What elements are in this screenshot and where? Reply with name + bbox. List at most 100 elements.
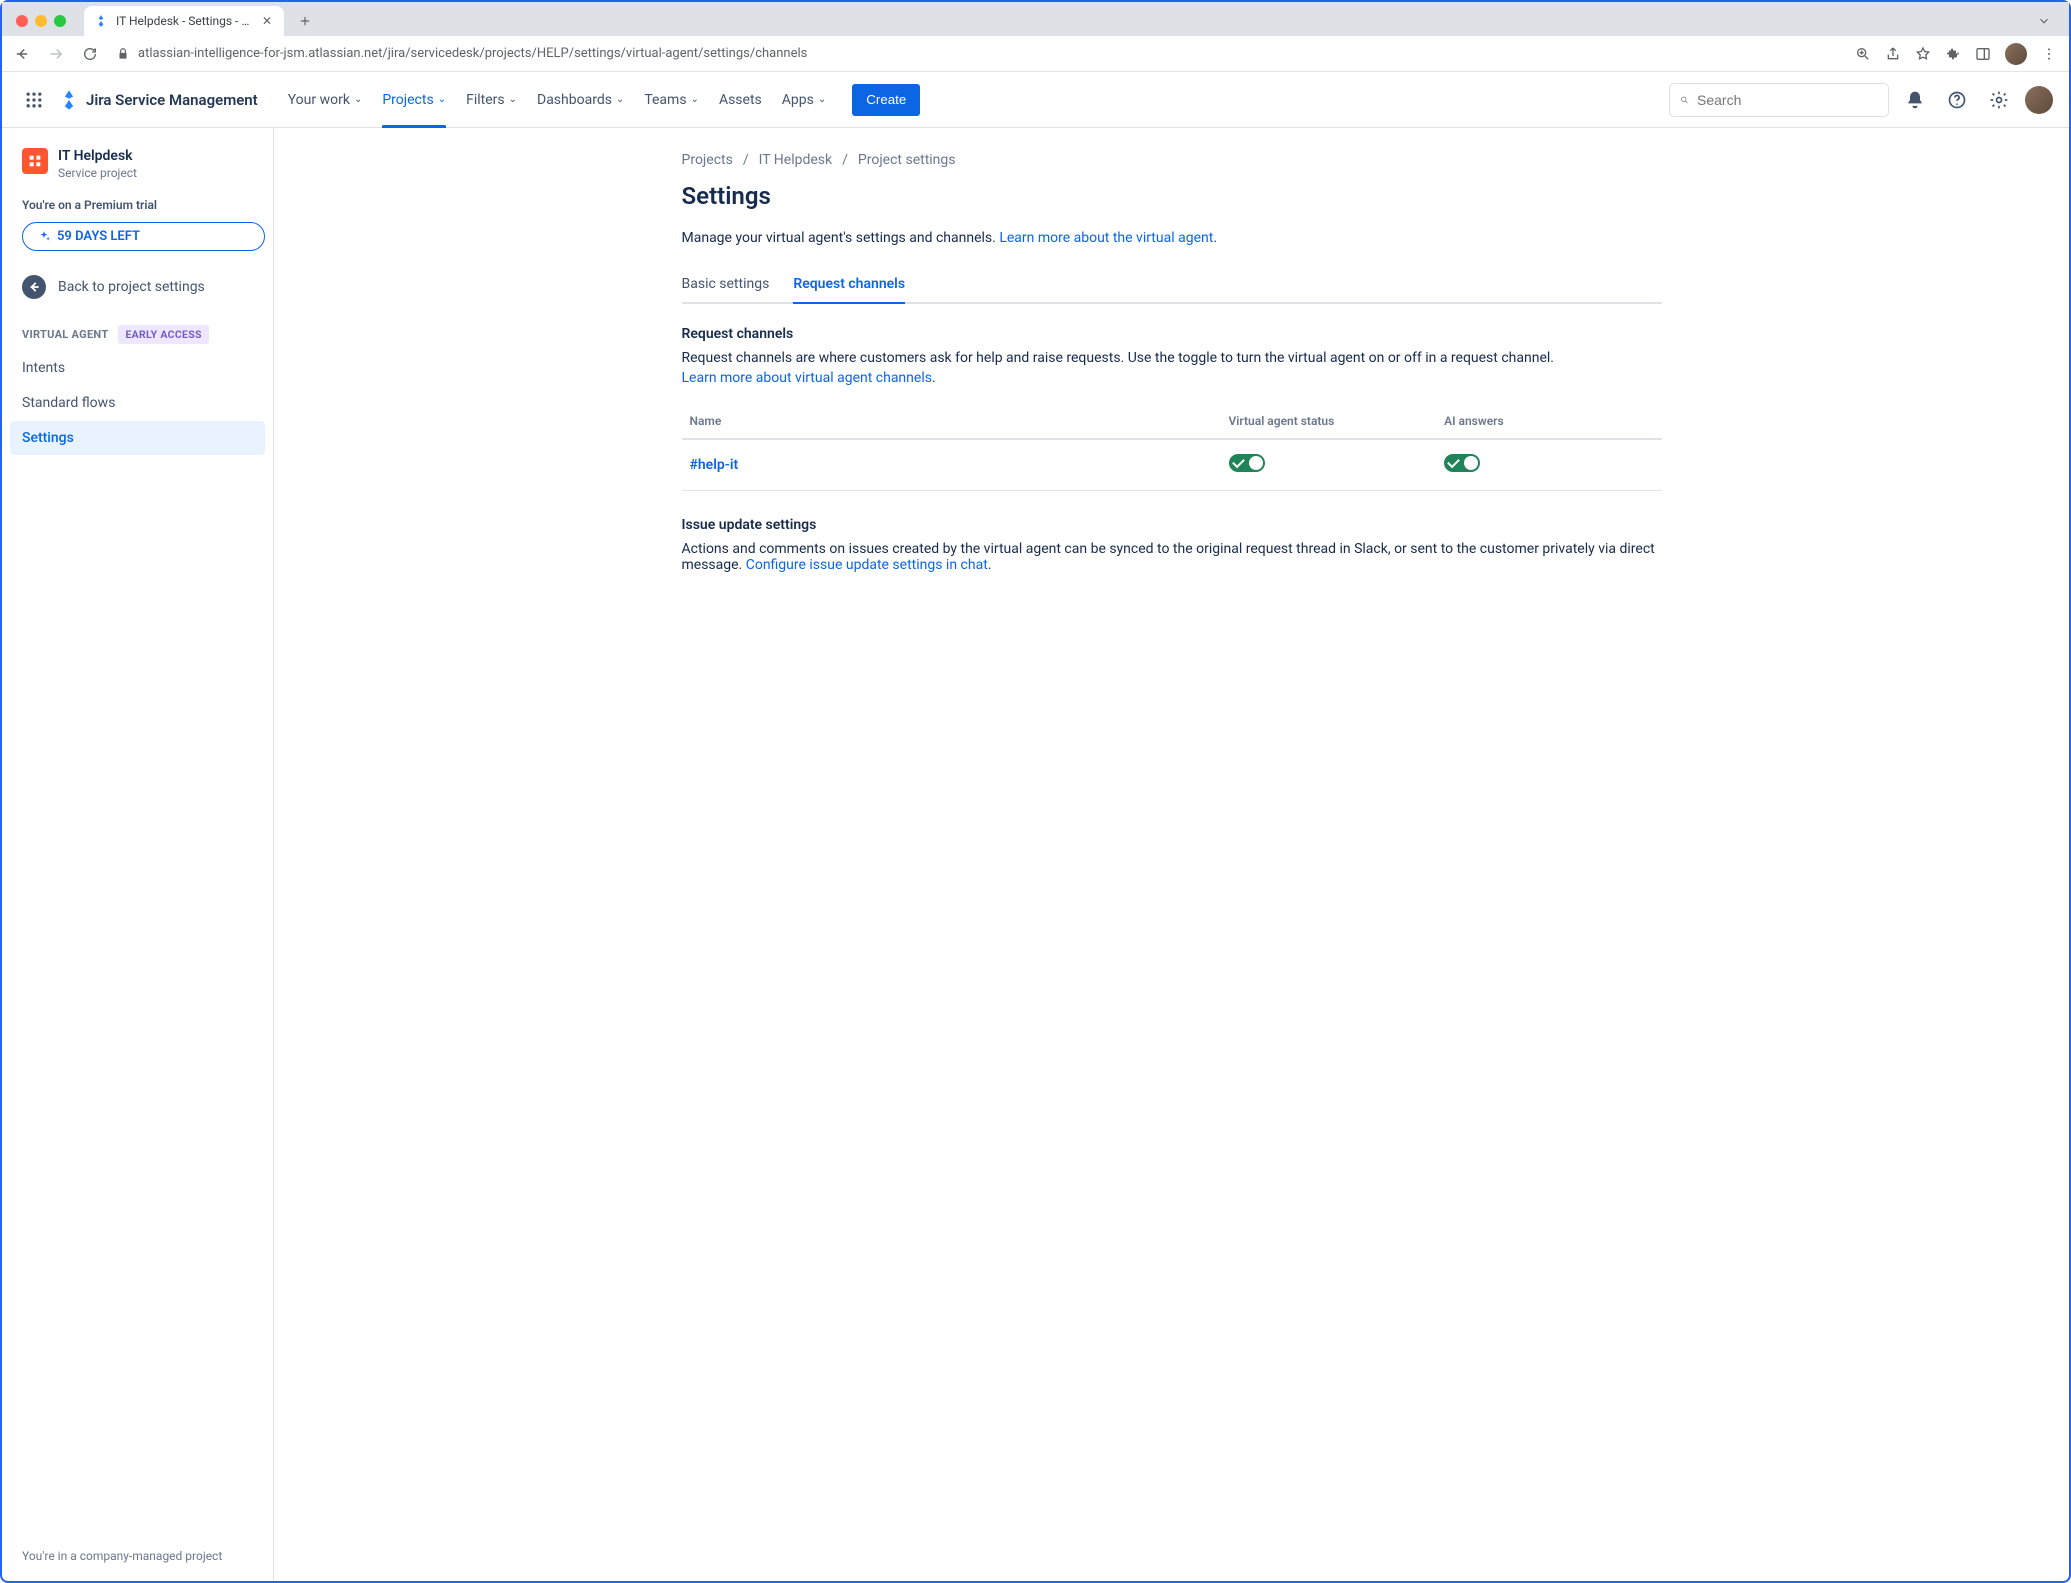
lock-icon <box>116 47 130 61</box>
sidepanel-icon[interactable] <box>1975 46 1991 62</box>
tab-basic-settings[interactable]: Basic settings <box>682 268 770 304</box>
help-icon <box>1947 90 1967 110</box>
table-row: #help-it <box>682 439 1662 491</box>
tab-request-channels[interactable]: Request channels <box>793 268 905 304</box>
nav-item-dashboards[interactable]: Dashboards⌄ <box>529 72 632 128</box>
nav-item-label: Apps <box>782 92 814 108</box>
jira-favicon-icon <box>94 14 108 28</box>
app-switcher-button[interactable] <box>18 84 50 116</box>
nav-item-label: Your work <box>288 92 350 108</box>
bell-icon <box>1905 90 1925 110</box>
breadcrumb: Projects/IT Helpdesk/Project settings <box>682 152 1662 168</box>
nav-item-your-work[interactable]: Your work ⌄ <box>280 72 371 128</box>
arrow-left-icon <box>13 45 31 63</box>
plus-icon <box>298 14 312 28</box>
sidebar-item-standard-flows[interactable]: Standard flows <box>10 386 265 420</box>
text-zoom-icon[interactable] <box>1855 46 1871 62</box>
extensions-icon[interactable] <box>1945 46 1961 62</box>
project-subtitle: Service project <box>58 166 137 180</box>
nav-item-filters[interactable]: Filters⌄ <box>458 72 525 128</box>
kebab-icon[interactable] <box>2041 46 2057 62</box>
nav-item-label: Projects <box>382 92 433 108</box>
nav-item-teams[interactable]: Teams⌄ <box>636 72 707 128</box>
window-zoom-dot[interactable] <box>54 15 66 27</box>
create-button[interactable]: Create <box>852 84 920 116</box>
app-body: IT Helpdesk Service project You're on a … <box>2 128 2069 1581</box>
tab-overflow-button[interactable] <box>2037 14 2061 28</box>
chevron-down-icon: ⌄ <box>438 94 446 105</box>
nav-item-apps[interactable]: Apps ⌄ <box>774 72 834 128</box>
project-sidebar: IT Helpdesk Service project You're on a … <box>2 128 274 1581</box>
window-close-dot[interactable] <box>16 15 28 27</box>
share-icon[interactable] <box>1885 46 1901 62</box>
trial-days-pill[interactable]: 59 DAYS LEFT <box>22 222 265 251</box>
primary-nav-items: Your work⌄Projects⌄Filters⌄Dashboards⌄Te… <box>280 72 835 128</box>
breadcrumb-separator: / <box>842 152 848 168</box>
chevron-down-icon <box>2037 14 2051 28</box>
premium-trial-label: You're on a Premium trial <box>10 190 265 218</box>
user-avatar[interactable] <box>2025 86 2053 114</box>
virtual-agent-status-toggle[interactable] <box>1229 454 1265 472</box>
tab-close-icon[interactable]: ✕ <box>260 14 274 28</box>
address-bar[interactable]: atlassian-intelligence-for-jsm.atlassian… <box>112 46 1845 61</box>
breadcrumb-link[interactable]: IT Helpdesk <box>759 152 832 168</box>
breadcrumb-link[interactable]: Projects <box>682 152 733 168</box>
search-input[interactable] <box>1697 92 1878 108</box>
learn-more-virtual-agent-link[interactable]: Learn more about the virtual agent <box>999 230 1213 246</box>
reload-icon <box>82 46 98 62</box>
help-button[interactable] <box>1941 84 1973 116</box>
app-grid-icon <box>24 90 44 110</box>
settings-tabs: Basic settings Request channels <box>682 266 1662 304</box>
ai-answers-toggle[interactable] <box>1444 454 1480 472</box>
new-tab-button[interactable] <box>292 8 318 34</box>
product-logo-link[interactable]: Jira Service Management <box>58 89 258 111</box>
product-name: Jira Service Management <box>86 91 258 109</box>
window-minimize-dot[interactable] <box>35 15 47 27</box>
app-top-nav: Jira Service Management Your work⌄Projec… <box>2 72 2069 128</box>
star-icon[interactable] <box>1915 46 1931 62</box>
search-icon <box>1680 92 1689 108</box>
channel-link[interactable]: #help-it <box>690 457 739 473</box>
table-column-header: Name <box>682 404 1221 439</box>
browser-reload-button[interactable] <box>78 42 102 66</box>
project-header: IT Helpdesk Service project <box>10 148 265 190</box>
configure-issue-update-link[interactable]: Configure issue update settings in chat <box>746 557 988 573</box>
chevron-down-icon: ⌄ <box>354 94 362 105</box>
global-search[interactable] <box>1669 83 1889 117</box>
browser-tab[interactable]: IT Helpdesk - Settings - Servic ✕ <box>84 6 284 36</box>
back-to-project-settings[interactable]: Back to project settings <box>10 267 265 307</box>
browser-toolbar: atlassian-intelligence-for-jsm.atlassian… <box>2 36 2069 72</box>
profile-avatar-icon[interactable] <box>2005 43 2027 65</box>
section-label: VIRTUAL AGENT <box>22 328 108 341</box>
request-channels-table: NameVirtual agent statusAI answers #help… <box>682 404 1662 491</box>
table-column-header: AI answers <box>1436 404 1661 439</box>
nav-item-projects[interactable]: Projects ⌄ <box>374 72 454 128</box>
issue-update-heading: Issue update settings <box>682 517 1662 533</box>
sparkle-icon <box>37 230 51 244</box>
back-arrow-icon <box>22 275 46 299</box>
breadcrumb-link[interactable]: Project settings <box>858 152 956 168</box>
window-controls[interactable] <box>10 15 66 27</box>
settings-button[interactable] <box>1983 84 2015 116</box>
table-column-header: Virtual agent status <box>1221 404 1437 439</box>
trial-days-text: 59 DAYS LEFT <box>57 229 140 244</box>
learn-more-channels-link[interactable]: Learn more about virtual agent channels <box>682 370 932 386</box>
sidebar-item-settings[interactable]: Settings <box>10 421 265 455</box>
nav-item-label: Assets <box>719 92 762 108</box>
request-channels-description: Request channels are where customers ask… <box>682 350 1662 366</box>
project-name: IT Helpdesk <box>58 148 137 164</box>
sidebar-item-intents[interactable]: Intents <box>10 351 265 385</box>
browser-forward-button[interactable] <box>44 42 68 66</box>
project-avatar-icon <box>22 148 48 174</box>
browser-back-button[interactable] <box>10 42 34 66</box>
nav-item-label: Teams <box>644 92 686 108</box>
notifications-button[interactable] <box>1899 84 1931 116</box>
nav-item-label: Filters <box>466 92 505 108</box>
nav-right-group <box>1669 83 2053 117</box>
sidebar-section-header: VIRTUAL AGENT EARLY ACCESS <box>10 307 265 350</box>
nav-item-assets[interactable]: Assets <box>711 72 770 128</box>
chevron-down-icon: ⌄ <box>818 94 826 105</box>
browser-tool-icons <box>1855 43 2061 65</box>
page-description: Manage your virtual agent's settings and… <box>682 230 1662 246</box>
request-channels-heading: Request channels <box>682 326 1662 342</box>
